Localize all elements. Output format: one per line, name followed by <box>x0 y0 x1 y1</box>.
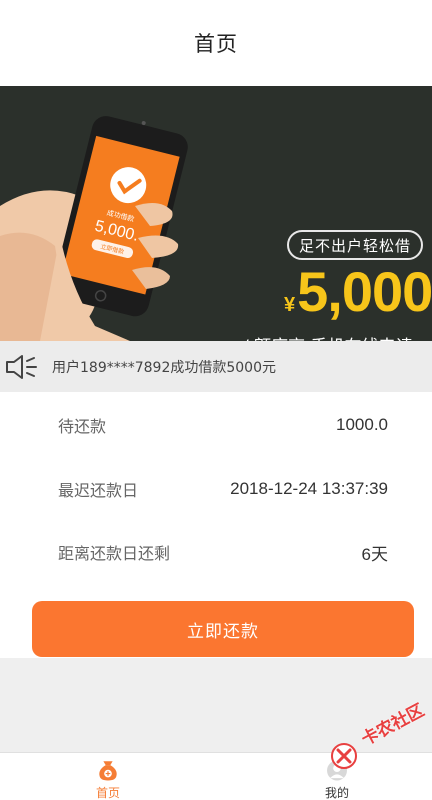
speaker-icon <box>6 354 37 379</box>
tab-home[interactable]: 首页 <box>58 753 158 800</box>
row-label: 待还款 <box>58 417 107 436</box>
community-watermark: 卡农社区 <box>330 700 430 774</box>
row-value: 6天 <box>361 544 388 564</box>
due-date-row: 最迟还款日 2018-12-24 13:37:39 <box>0 469 432 509</box>
page-title: 首页 <box>194 32 238 56</box>
days-remaining-row: 距离还款日还剩 6天 <box>0 532 432 572</box>
row-value: 2018-12-24 13:37:39 <box>230 479 388 498</box>
pending-repayment-row: 待还款 1000.0 <box>0 405 432 445</box>
promo-amount: ¥ 5,000 <box>284 264 432 320</box>
row-value: 1000.0 <box>336 415 388 434</box>
watermark-text: 卡农社区 <box>358 700 428 751</box>
promo-slogan: / 额度高,手机在线申请 <box>243 332 413 341</box>
notice-bar: 用户189****7892成功借款5000元 <box>0 341 432 392</box>
row-label: 最迟还款日 <box>58 481 139 500</box>
tab-label: 我的 <box>324 786 349 800</box>
repay-now-button[interactable]: 立即还款 <box>32 601 414 657</box>
row-label: 距离还款日还剩 <box>58 544 171 563</box>
currency-symbol: ¥ <box>284 294 296 316</box>
tab-label: 首页 <box>95 786 120 800</box>
money-bag-icon <box>99 761 117 781</box>
promo-banner[interactable]: 成功借款 5,000. 立即借款 足不出户轻松借 ¥ 5,000 / 额度高,手… <box>0 86 432 341</box>
promo-pill: 足不出户轻松借 <box>287 230 423 260</box>
watermark-logo-icon <box>331 743 357 769</box>
notice-text: 用户189****7892成功借款5000元 <box>52 359 276 376</box>
page-header: 首页 <box>0 0 432 86</box>
amount-value: 5,000 <box>297 260 432 323</box>
